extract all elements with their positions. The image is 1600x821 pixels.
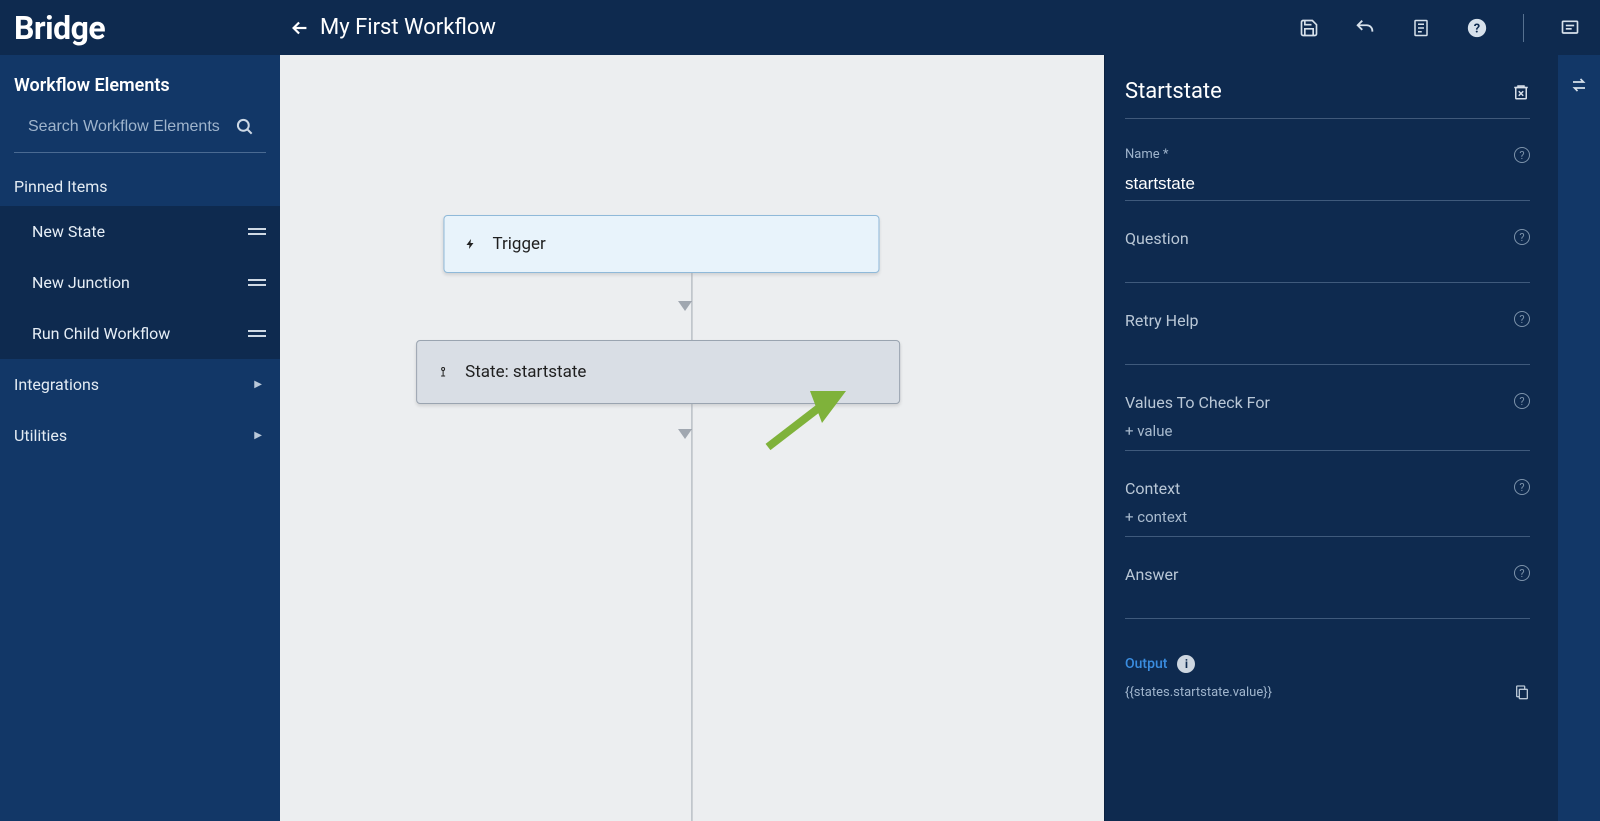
output-expression: {{states.startstate.value}} [1125, 685, 1272, 700]
drag-handle-icon[interactable] [248, 330, 266, 337]
sidebar-group-label: Integrations [14, 375, 99, 394]
field-question: Question ? [1125, 229, 1530, 283]
swap-panel-button[interactable] [1567, 73, 1591, 97]
name-input[interactable] [1125, 172, 1530, 196]
pinned-item-label: New Junction [32, 273, 130, 292]
document-icon [1412, 18, 1430, 38]
drag-handle-icon[interactable] [248, 279, 266, 286]
pinned-list: New State New Junction Run Child Workflo… [0, 206, 280, 359]
field-help-icon[interactable]: ? [1514, 311, 1530, 327]
help-icon: ? [1466, 17, 1488, 39]
panel-title: Startstate [1125, 79, 1222, 104]
retry-help-input[interactable] [1125, 336, 1530, 360]
sidebar-group-integrations[interactable]: Integrations ▶ [0, 359, 280, 410]
lightning-icon [462, 236, 478, 252]
node-trigger[interactable]: Trigger [443, 215, 879, 273]
arrowhead-icon [678, 301, 692, 311]
edge [691, 404, 692, 821]
field-context: Context + context ? [1125, 479, 1530, 537]
notes-button[interactable] [1409, 16, 1433, 40]
search-field-wrap [14, 112, 266, 153]
save-icon [1299, 18, 1319, 38]
field-label: Values To Check For [1125, 393, 1530, 412]
field-name: Name * ? [1125, 147, 1530, 201]
properties-panel: Startstate Name * ? Question ? Retry Hel… [1104, 55, 1558, 821]
pinned-item-new-state[interactable]: New State [0, 206, 280, 257]
pinned-item-label: New State [32, 222, 105, 241]
undo-icon [1354, 17, 1376, 39]
add-value-button[interactable]: + value [1125, 418, 1172, 446]
top-bar: Bridge My First Workflow ? [0, 0, 1600, 55]
field-label: Name * [1125, 147, 1530, 162]
delete-button[interactable] [1512, 82, 1530, 102]
state-icon [435, 363, 451, 381]
info-icon[interactable]: i [1177, 655, 1195, 673]
copy-icon [1514, 683, 1530, 701]
comment-icon [1560, 18, 1580, 38]
save-button[interactable] [1297, 16, 1321, 40]
swap-icon [1570, 76, 1588, 94]
field-values-to-check: Values To Check For + value ? [1125, 393, 1530, 451]
add-context-button[interactable]: + context [1125, 504, 1187, 532]
help-button[interactable]: ? [1465, 16, 1489, 40]
field-label: Answer [1125, 565, 1530, 584]
field-answer: Answer ? [1125, 565, 1530, 619]
output-row: Output i [1125, 655, 1530, 673]
node-state[interactable]: State: startstate [416, 340, 900, 404]
workflow-title: My First Workflow [320, 15, 496, 40]
pinned-item-run-child-workflow[interactable]: Run Child Workflow [0, 308, 280, 359]
sidebar-header: Workflow Elements [0, 55, 280, 112]
chevron-right-icon: ▶ [254, 430, 262, 441]
drag-handle-icon[interactable] [248, 228, 266, 235]
node-label: Trigger [492, 234, 545, 254]
arrowhead-icon [678, 429, 692, 439]
svg-text:?: ? [1474, 21, 1480, 36]
pinned-section-title: Pinned Items [0, 167, 280, 206]
field-help-icon[interactable]: ? [1514, 479, 1530, 495]
field-help-icon[interactable]: ? [1514, 229, 1530, 245]
answer-input[interactable] [1125, 590, 1530, 614]
field-help-icon[interactable]: ? [1514, 565, 1530, 581]
brand-logo: Bridge [0, 9, 280, 47]
output-label[interactable]: Output [1125, 656, 1167, 672]
field-retry-help: Retry Help ? [1125, 311, 1530, 365]
chevron-right-icon: ▶ [254, 379, 262, 390]
search-input[interactable] [28, 112, 235, 142]
back-button[interactable] [280, 17, 320, 39]
toolbar-icons: ? [1297, 14, 1582, 42]
field-label: Question [1125, 229, 1530, 248]
pinned-item-new-junction[interactable]: New Junction [0, 257, 280, 308]
arrow-left-icon [289, 17, 311, 39]
sidebar-group-utilities[interactable]: Utilities ▶ [0, 410, 280, 461]
comments-button[interactable] [1558, 16, 1582, 40]
undo-button[interactable] [1353, 16, 1377, 40]
field-help-icon[interactable]: ? [1514, 393, 1530, 409]
toolbar-divider [1523, 14, 1524, 42]
right-rail [1558, 55, 1600, 821]
sidebar-group-label: Utilities [14, 426, 67, 445]
trash-icon [1512, 82, 1530, 102]
pinned-item-label: Run Child Workflow [32, 324, 170, 343]
field-label: Context [1125, 479, 1530, 498]
copy-button[interactable] [1514, 683, 1530, 701]
question-input[interactable] [1125, 254, 1530, 278]
field-label: Retry Help [1125, 311, 1530, 330]
field-help-icon[interactable]: ? [1514, 147, 1530, 163]
workflow-canvas[interactable]: Trigger State: startstate [280, 55, 1104, 821]
search-icon[interactable] [235, 117, 255, 137]
sidebar: Workflow Elements Pinned Items New State… [0, 55, 280, 821]
node-label: State: startstate [465, 362, 586, 382]
